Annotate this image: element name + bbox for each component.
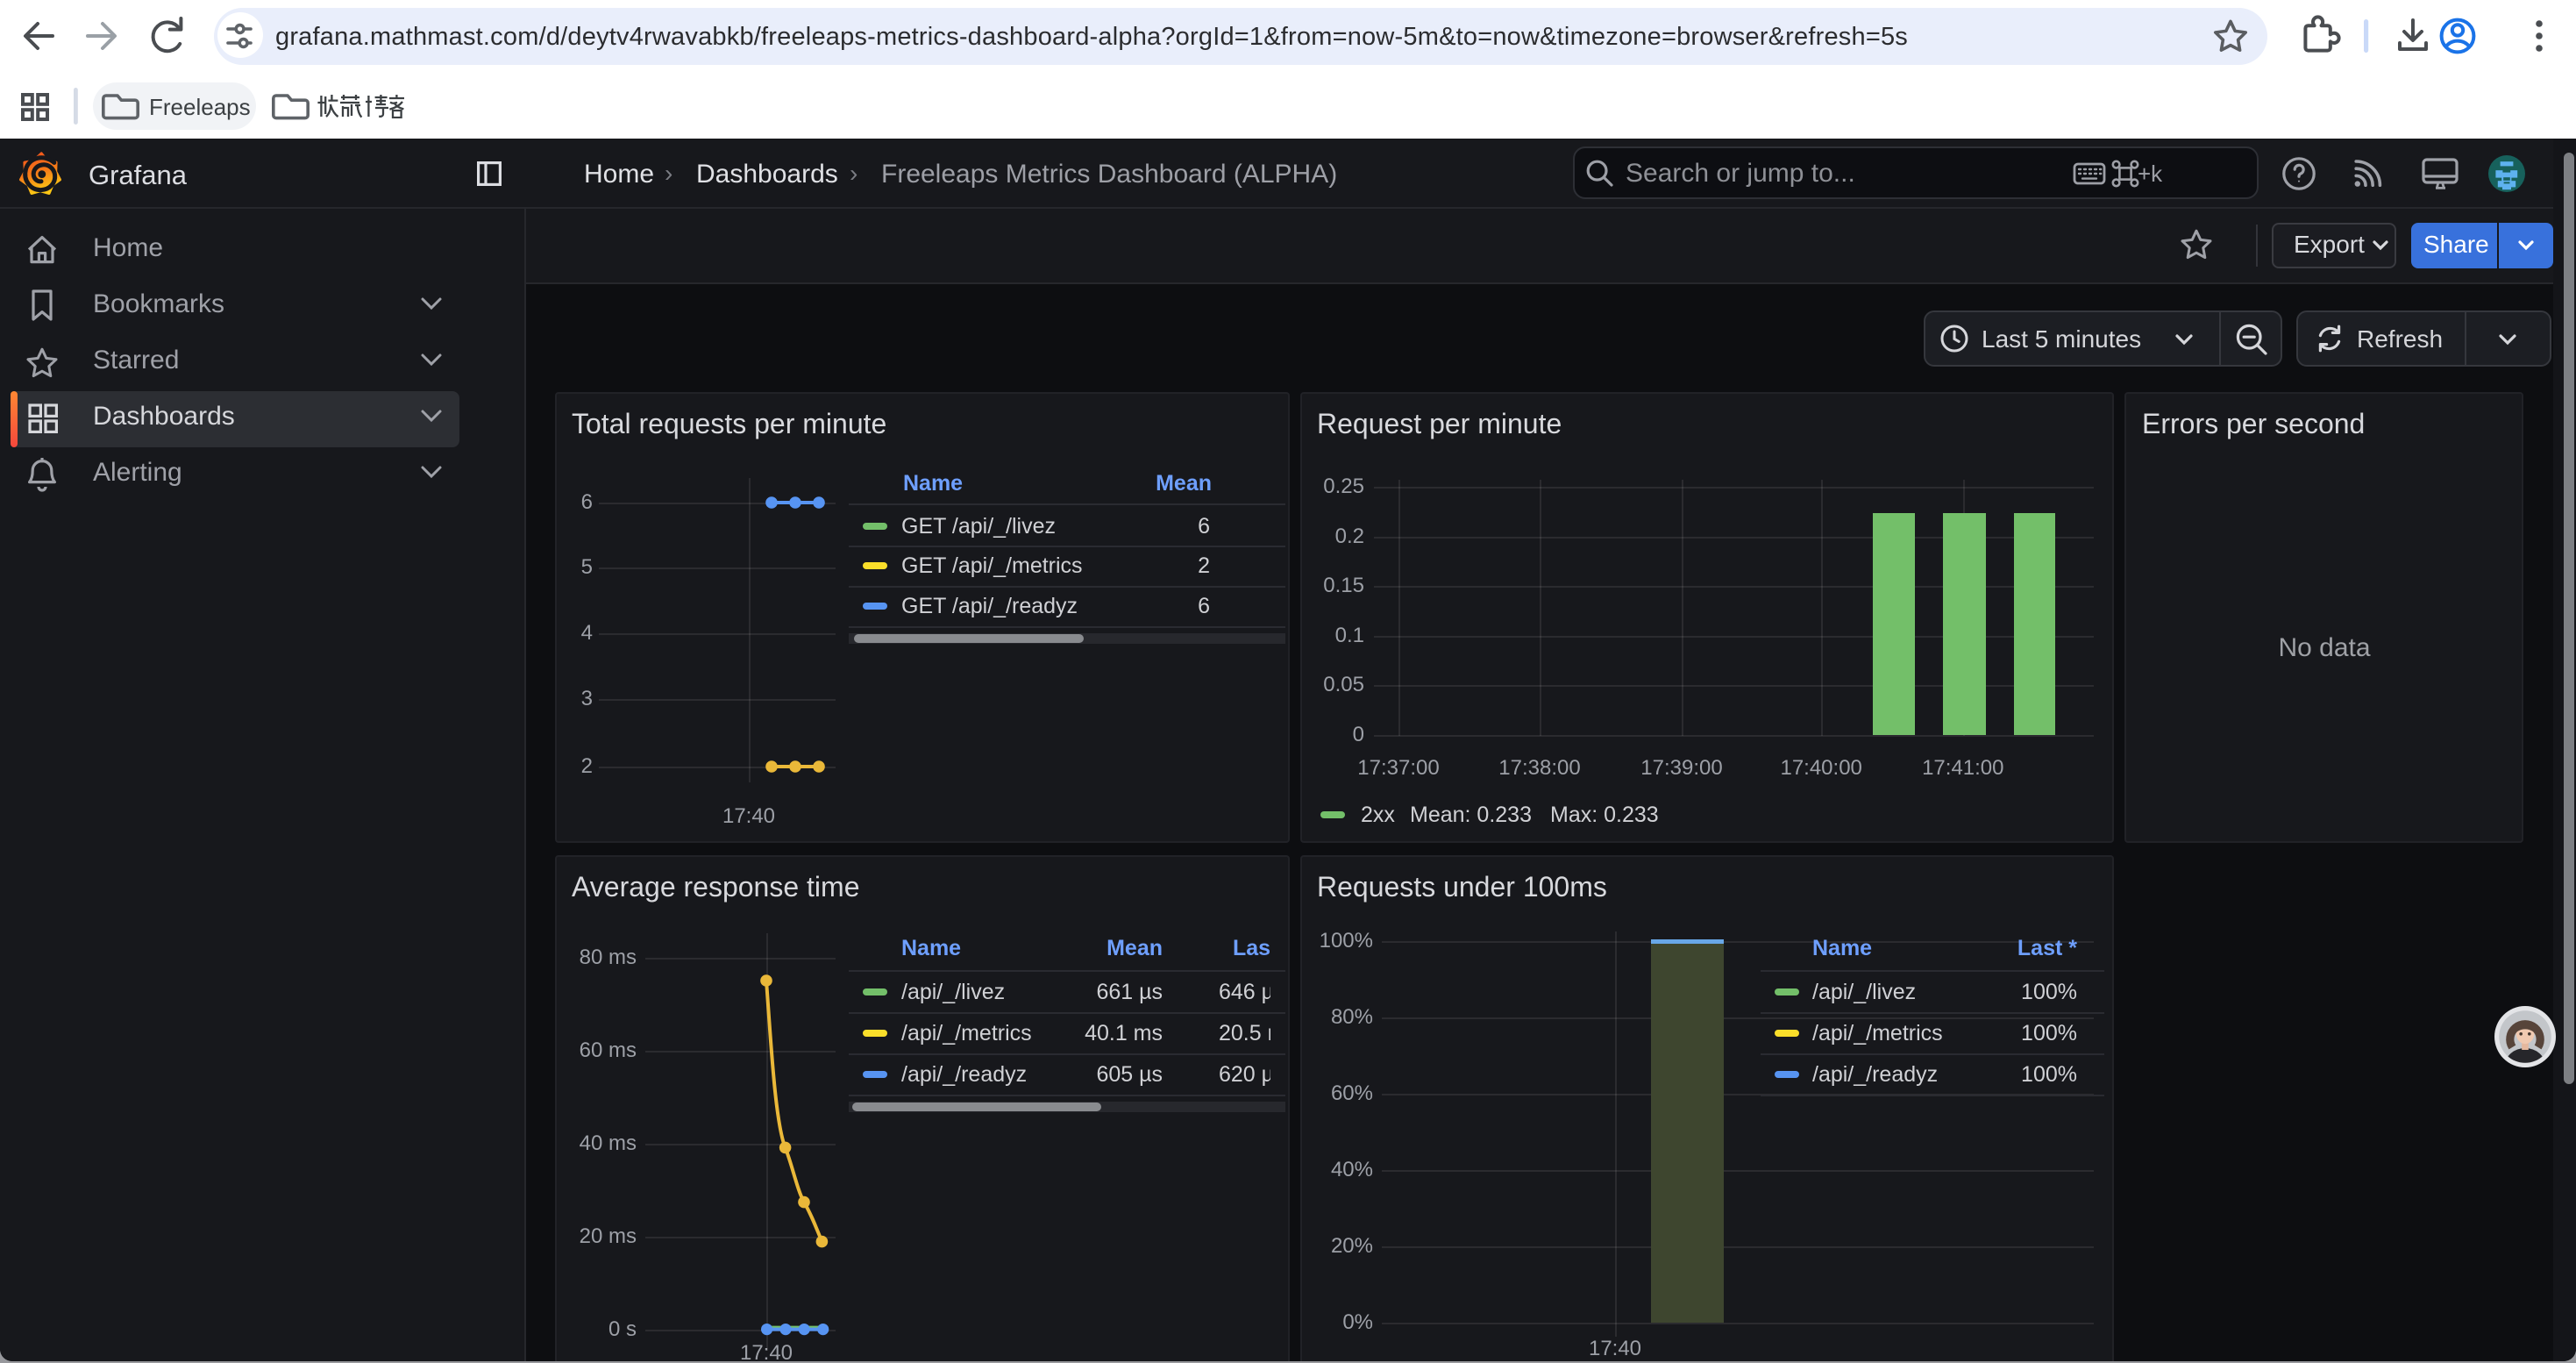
svg-text:+k: +k [2138, 161, 2163, 187]
